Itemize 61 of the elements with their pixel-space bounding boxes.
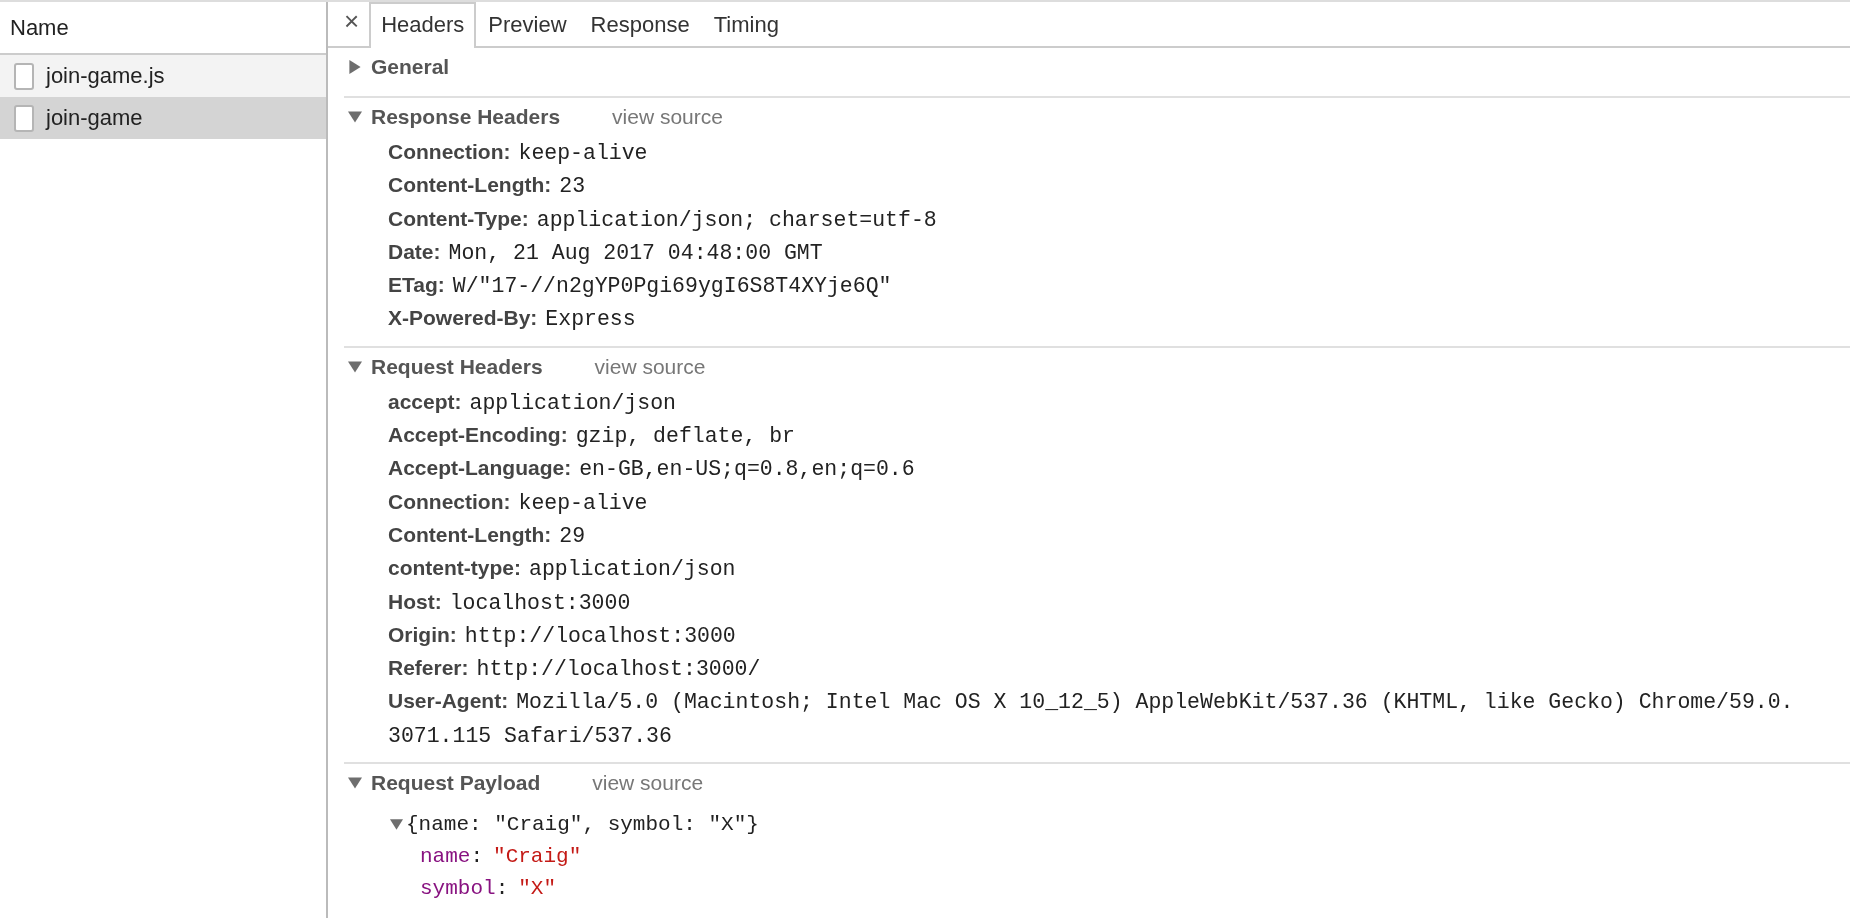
header-name: Content-Length: xyxy=(388,522,552,546)
payload-summary: {name: "Craig", symbol: "X"} xyxy=(406,812,759,836)
header-value: application/json xyxy=(529,557,736,582)
property-name: name xyxy=(420,844,471,868)
header-value: keep-alive xyxy=(518,490,648,515)
header-value: Mon, 21 Aug 2017 04:48:00 GMT xyxy=(448,240,823,265)
disclosure-triangle-icon[interactable] xyxy=(348,110,362,124)
header-value: Express xyxy=(545,307,636,332)
header-value: localhost:3000 xyxy=(449,590,631,615)
view-source-link[interactable]: view source xyxy=(592,771,704,796)
section-title[interactable]: Request Payload xyxy=(371,771,541,796)
header-value: application/json xyxy=(469,390,676,415)
header-name: content-type: xyxy=(388,556,521,580)
header-name: Content-Length: xyxy=(388,173,552,197)
header-name: User-Agent: xyxy=(388,689,509,713)
header-name: Accept-Encoding: xyxy=(388,423,568,447)
section-title[interactable]: Request Headers xyxy=(371,354,543,379)
section-title[interactable]: General xyxy=(371,55,450,79)
file-icon xyxy=(14,62,34,90)
view-source-link[interactable]: view source xyxy=(612,105,723,129)
disclosure-triangle-icon[interactable] xyxy=(348,359,362,374)
colon-separator: : xyxy=(470,844,484,868)
header-name: Referer: xyxy=(388,656,469,680)
tab[interactable]: Preview xyxy=(476,2,579,48)
disclosure-triangle-icon[interactable] xyxy=(390,817,403,831)
request-row[interactable]: join-game xyxy=(0,97,326,139)
header-name: Origin: xyxy=(388,622,457,646)
header-name: Date: xyxy=(388,239,441,263)
header-name: Connection: xyxy=(388,489,511,513)
tab[interactable]: Timing xyxy=(701,2,791,48)
close-button[interactable]: × xyxy=(334,6,370,37)
request-row[interactable]: join-game.js xyxy=(0,55,326,97)
property-name: symbol xyxy=(420,876,496,900)
disclosure-triangle-icon[interactable] xyxy=(348,776,362,791)
header-value: en-GB,en-US;q=0.8,en;q=0.6 xyxy=(579,457,915,482)
header-value: application/json; charset=utf-8 xyxy=(536,207,937,232)
header-value: keep-alive xyxy=(518,141,648,165)
header-value: http://localhost:3000/ xyxy=(476,657,761,682)
section-title[interactable]: Response Headers xyxy=(371,105,561,129)
file-icon xyxy=(14,104,34,132)
disclosure-triangle-icon[interactable] xyxy=(348,60,362,74)
header-value: W/"17-//n2gYP0Pgi69ygI6S8T4XYje6Q" xyxy=(452,274,892,299)
header-name: Host: xyxy=(388,589,442,613)
header-name: accept: xyxy=(388,389,462,413)
header-name: X-Powered-By: xyxy=(388,306,538,330)
header-value: 29 xyxy=(559,523,586,548)
header-name: Accept-Language: xyxy=(388,456,572,480)
header-value: 3071.115 Safari/537.36 xyxy=(388,723,672,748)
tab[interactable]: Headers xyxy=(369,2,477,48)
header-name: ETag: xyxy=(388,273,445,297)
tab[interactable]: Response xyxy=(578,2,702,48)
header-value: Mozilla/5.0 (Macintosh; Intel Mac OS X 10_12_5) AppleWebKit/537.36 (KHTML, like Gecko) Chrome/59.0. xyxy=(516,690,1794,715)
header-value: 23 xyxy=(559,174,586,199)
colon-separator: : xyxy=(495,876,509,900)
header-name: Content-Type: xyxy=(388,206,529,230)
header-value: gzip, deflate, br xyxy=(575,424,795,449)
header-value: http://localhost:3000 xyxy=(464,623,736,648)
view-source-link[interactable]: view source xyxy=(594,354,706,379)
header-name: Connection: xyxy=(388,140,511,163)
property-value: "X" xyxy=(518,876,557,900)
property-value: "Craig" xyxy=(493,844,582,868)
